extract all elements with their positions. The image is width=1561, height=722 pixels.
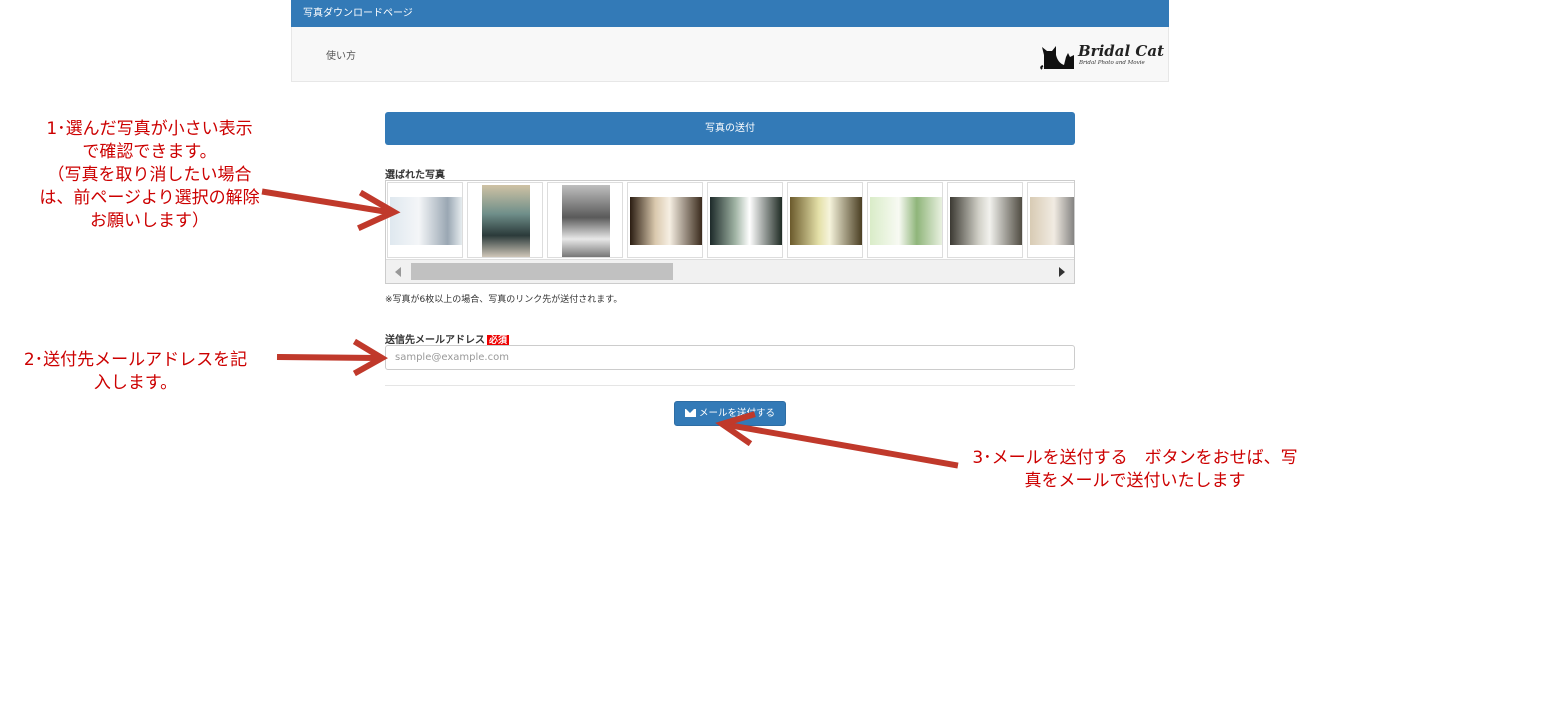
annotation-arrows xyxy=(261,188,959,469)
arrow-3-shaft xyxy=(724,421,959,469)
arrow-2-shaft xyxy=(276,353,379,362)
